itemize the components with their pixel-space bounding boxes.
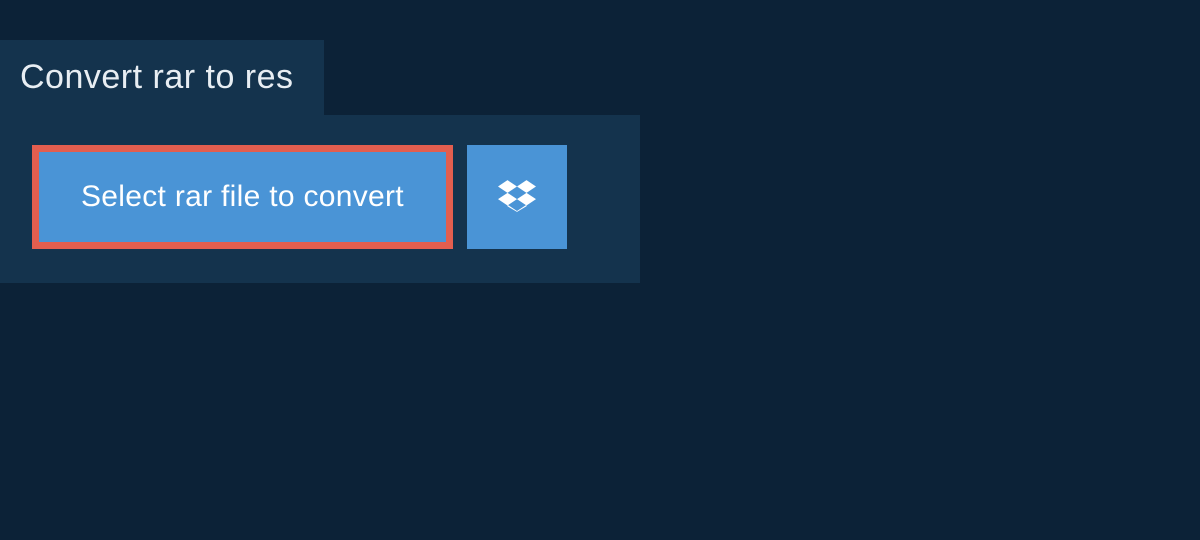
tab-convert[interactable]: Convert rar to res — [0, 40, 324, 115]
select-file-label: Select rar file to convert — [81, 180, 404, 213]
convert-panel: Select rar file to convert — [0, 115, 640, 283]
dropbox-button[interactable] — [467, 145, 567, 249]
dropbox-icon — [498, 177, 536, 218]
tab-label: Convert rar to res — [20, 58, 294, 96]
select-file-highlight: Select rar file to convert — [32, 145, 453, 249]
button-row: Select rar file to convert — [32, 145, 608, 249]
tab-bar: Convert rar to res Select rar file to co… — [0, 40, 1200, 283]
select-file-button[interactable]: Select rar file to convert — [39, 152, 446, 242]
